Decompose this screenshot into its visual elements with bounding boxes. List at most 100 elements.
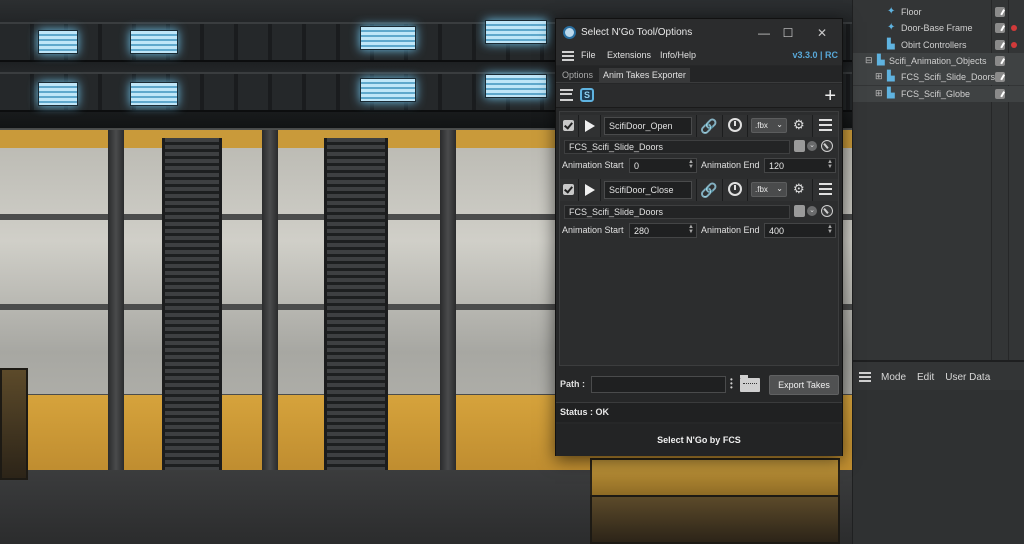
format-value: .fbx — [755, 185, 768, 194]
menu-info-help[interactable]: Info/Help — [660, 50, 696, 60]
gear-icon[interactable]: ⚙ — [793, 118, 805, 132]
gear-icon[interactable]: ⚙ — [793, 182, 805, 196]
visibility-check[interactable] — [995, 40, 1005, 50]
crate — [590, 458, 840, 498]
anim-start-value: 280 — [634, 226, 650, 236]
take-enabled-checkbox[interactable] — [563, 120, 574, 131]
take-enabled-checkbox[interactable] — [563, 184, 574, 195]
attr-menu-user-data[interactable]: User Data — [945, 372, 990, 383]
anim-start-input[interactable]: 280 ▲ ▼ — [629, 223, 697, 238]
close-icon[interactable]: ✕ — [814, 25, 830, 41]
tab-options[interactable]: Options — [558, 68, 597, 83]
play-icon[interactable] — [585, 120, 595, 132]
chevron-down-icon: ⌄ — [776, 120, 783, 129]
door-vent — [324, 138, 388, 488]
list-menu-icon[interactable] — [560, 89, 573, 101]
anim-end-value: 120 — [769, 161, 785, 171]
object-select-icon[interactable] — [794, 140, 805, 152]
app-icon — [563, 26, 576, 39]
take-name-input[interactable]: ScifiDoor_Close — [604, 181, 692, 199]
tree-item[interactable]: ✦ Door-Base Frame — [853, 20, 1024, 36]
window-title: Select N'Go Tool/Options — [581, 27, 693, 38]
anim-start-input[interactable]: 0 ▲ ▼ — [629, 158, 697, 173]
tab-anim-takes-exporter[interactable]: Anim Takes Exporter — [599, 68, 690, 83]
tree-item[interactable]: ⊞ ▙ FCS_Scifi_Globe — [853, 86, 1024, 102]
spinner-icon[interactable]: ▲ ▼ — [827, 224, 833, 235]
anim-end-input[interactable]: 400 ▲ ▼ — [764, 223, 836, 238]
ceiling-light — [485, 74, 547, 98]
menu-bar: File Extensions Info/Help v3.3.0 | RC — [556, 47, 842, 65]
take-row: ScifiDoor_Open 🔗 .fbx ⌄ ⚙ — [560, 115, 838, 137]
object-icon: ▙ — [887, 88, 895, 99]
anim-start-label: Animation Start — [562, 160, 624, 170]
separator — [600, 179, 601, 201]
spinner-icon[interactable]: ▲ ▼ — [688, 224, 694, 235]
link-icon[interactable]: 🔗 — [700, 182, 718, 198]
menu-extensions[interactable]: Extensions — [607, 50, 651, 60]
anim-range-row: Animation Start 0 ▲ ▼ Animation End 120 ▲ ▼ — [560, 158, 838, 174]
export-takes-button[interactable]: Export Takes — [769, 375, 839, 395]
expand-icon: ⊞ — [875, 88, 883, 98]
format-select[interactable]: .fbx ⌄ — [751, 182, 787, 197]
link-icon[interactable]: 🔗 — [700, 118, 718, 134]
object-select-icon[interactable] — [794, 205, 805, 217]
path-label: Path : — [560, 379, 586, 389]
separator — [747, 179, 748, 201]
maximize-icon[interactable]: ☐ — [780, 25, 796, 41]
path-row: Path : • • • Export Takes — [556, 374, 842, 398]
minimize-icon[interactable]: — — [756, 25, 772, 41]
visibility-check[interactable] — [995, 89, 1005, 99]
visibility-check[interactable] — [995, 23, 1005, 33]
separator — [722, 115, 723, 137]
folder-icon[interactable] — [740, 375, 760, 392]
timer-icon[interactable] — [728, 118, 742, 132]
attribute-menu-icon[interactable] — [859, 372, 871, 382]
spinner-icon[interactable]: ▲ ▼ — [688, 159, 694, 170]
more-options-icon[interactable]: • • • — [730, 376, 736, 392]
take-menu-icon[interactable] — [819, 119, 832, 131]
format-select[interactable]: .fbx ⌄ — [751, 118, 787, 133]
ceiling-light — [360, 78, 416, 102]
add-take-icon[interactable]: + — [824, 86, 836, 106]
menu-file[interactable]: File — [581, 50, 596, 60]
anim-end-input[interactable]: 120 ▲ ▼ — [764, 158, 836, 173]
null-object-icon: ✦ — [887, 22, 896, 33]
object-picker-icon[interactable] — [821, 140, 833, 152]
take-name-input[interactable]: ScifiDoor_Open — [604, 117, 692, 135]
object-link-field[interactable]: FCS_Scifi_Slide_Doors — [564, 140, 790, 154]
spinner-icon[interactable]: ▲ ▼ — [827, 159, 833, 170]
tree-item[interactable]: ▙ Obirt Controllers — [853, 37, 1024, 53]
play-icon[interactable] — [585, 184, 595, 196]
separator — [578, 115, 579, 137]
ceiling-light — [38, 30, 78, 54]
object-link-row: FCS_Scifi_Slide_Doors ⌄ — [560, 139, 838, 155]
status-dot — [1011, 25, 1017, 31]
tree-item[interactable]: ✦ Floor — [853, 4, 1024, 20]
tree-item-label: FCS_Scifi_Globe — [901, 89, 971, 99]
tree-item[interactable]: ⊟ ▙ Scifi_Animation_Objects — [853, 53, 1024, 69]
menu-icon[interactable] — [562, 51, 574, 61]
take-menu-icon[interactable] — [819, 183, 832, 195]
format-value: .fbx — [755, 121, 768, 130]
timer-icon[interactable] — [728, 182, 742, 196]
status-dot — [1011, 42, 1017, 48]
attr-menu-mode[interactable]: Mode — [881, 372, 906, 383]
object-link-field[interactable]: FCS_Scifi_Slide_Doors — [564, 205, 790, 219]
title-bar[interactable]: Select N'Go Tool/Options — ☐ ✕ — [556, 19, 842, 47]
path-input[interactable] — [591, 376, 726, 393]
attr-menu-edit[interactable]: Edit — [917, 372, 934, 383]
separator — [696, 179, 697, 201]
object-picker-icon[interactable] — [821, 205, 833, 217]
chevron-down-icon[interactable]: ⌄ — [807, 141, 817, 151]
attribute-menubar: Mode Edit User Data — [853, 368, 1024, 386]
takes-list: ScifiDoor_Open 🔗 .fbx ⌄ ⚙ FCS_Scifi_Slide… — [559, 111, 839, 366]
expand-icon: ⊟ — [865, 55, 873, 65]
tree-item[interactable]: ⊞ ▙ FCS_Scifi_Slide_Doors — [853, 69, 1024, 85]
chevron-down-icon[interactable]: ⌄ — [807, 206, 817, 216]
ceiling-light — [360, 26, 416, 50]
visibility-check[interactable] — [995, 72, 1005, 82]
visibility-check[interactable] — [995, 7, 1005, 17]
anim-start-value: 0 — [634, 161, 640, 171]
select-ngo-logo-icon[interactable]: S — [580, 88, 594, 102]
visibility-check[interactable] — [995, 56, 1005, 66]
